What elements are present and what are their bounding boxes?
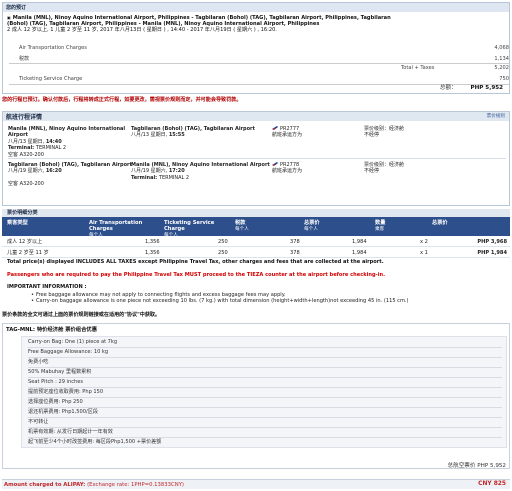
info-bullet: Carry-on baggage allowance is one piece … [31,298,409,304]
fare-row: Ticketing Service Charge 750 [19,76,509,82]
fare-amount: 5,202 [494,65,509,71]
benefit-item: 退还机票费用: Php1,500/区段 [28,409,98,415]
col-quantity: 数量 乘客 [375,220,386,232]
fare-row: Air Transportation Charges 4,068 [19,45,509,51]
fare-family-total: 总航空票价 PHP 5,952 [447,463,507,469]
total-value: PHP 5,952 [470,85,503,91]
fare-rules-notice: 票价条款的全文可通过上面的票价规则链接或在适用的"协议"中获取。 [2,312,161,318]
benefit-item: 提前预定座位收取费用: Php 150 [28,389,104,395]
airline-logo-icon [272,126,278,130]
fare-row: 税款 1,134 [19,56,509,62]
divider [8,158,506,159]
col-total: 总票价 [432,220,448,226]
arrival-time: 15:55 [168,132,185,139]
departure-date: 八月/19 星期六, [8,168,46,175]
benefit-item: 机票有效期: 从发行日期起计一年有效 [28,429,113,435]
alipay-amount: CNY 825 [478,481,506,487]
tieza-warning: Passengers who are required to pay the P… [7,272,386,278]
operated-by: 航班承运方为 [272,132,303,139]
fare-benefits-list: Carry-on Bag: One (1) piece at 7kg Free … [21,336,507,448]
exchange-rate: (Exchange rate: 1PHP=0.13833CNY) [87,482,184,488]
aircraft-type: 空客 A320-200 [8,181,44,188]
benefit-item: 起飞前至少4个小时改签费用: 每区段Php1,500 +票价差额 [28,439,162,445]
important-info-title: IMPORTANT INFORMATION : [7,284,87,290]
table-row: 成人 12 岁以上 1,356 250 378 1,984 x 2 PHP 3,… [2,236,510,247]
route-passengers-dates: 2 成人 12 岁以上, 1 儿童 2 岁至 11 岁, 2017 年八月13日… [7,27,277,34]
table-row: 儿童 2 岁至 11 岁 1,356 250 378 1,984 x 1 PHP… [2,247,510,258]
terminal-label: Terminal: [8,145,36,152]
booking-status-notice: 您的行程已预订。确认付款后，行程将转成正式行程，如要更改，需视票价规则而定，并可… [2,97,242,103]
fare-amount: 750 [499,76,509,82]
booking-summary: 您的预订 ▣ Manila (MNL), Ninoy Aquino Interna… [2,2,510,94]
itinerary-section: 航班行程详情 票价规则 Manila (MNL), Ninoy Aquino I… [2,111,510,206]
tax-note: Total price(s) displayed INCLUDES ALL TA… [7,259,384,265]
airline-logo-icon [272,162,278,166]
booking-confirmation-page: 您的预订 ▣ Manila (MNL), Ninoy Aquino Interna… [0,0,512,491]
itinerary-title: 航班行程详情 [6,114,43,121]
departure-city: Manila (MNL), Ninoy Aquino International… [8,126,126,139]
benefit-item: Free Baggage Allowance: 10 kg [28,349,109,355]
benefit-item: 免费小吃 [28,359,49,365]
fare-label: Ticketing Service Charge [19,76,83,82]
route-text-1: Manila (MNL), Ninoy Aquino International… [12,15,391,21]
terminal-value: TERMINAL 2 [35,145,67,152]
divider [9,84,509,85]
fare-label: Total + Taxes [401,65,435,71]
alipay-charge-bar: Amount charged to ALIPAY: (Exchange rate… [2,479,510,489]
collapse-icon[interactable]: ▣ [7,15,11,20]
fare-breakdown-table: 乘客类型 Air Transportation Charges 每个人 Ticke… [2,217,510,258]
fare-label: Air Transportation Charges [19,45,87,51]
stops-info: 不经停 [364,132,380,139]
divider [9,63,509,64]
terminal-value: TERMINAL 2 [158,174,190,181]
col-passenger-type: 乘客类型 [7,220,28,226]
operated-by: 航班承运方为 [272,168,303,175]
departure-date: 八月/13 星期日, [8,138,46,145]
benefit-item: 50% Mabuhay 里程数累积 [28,369,92,375]
col-subtotal: 总票价 每个人 [304,220,320,232]
route-summary: ▣ Manila (MNL), Ninoy Aquino Internationa… [7,15,507,34]
arrival-time: 17:20 [168,168,185,175]
fare-rules-link[interactable]: 票价规则 [487,114,505,120]
aircraft-type: 空客 A320-200 [8,151,44,158]
booking-header: 您的预订 [3,3,509,12]
itinerary-header: 航班行程详情 票价规则 [3,112,509,121]
arrival-date: 八月/19 星期六, [131,168,169,175]
benefit-item: 选择座位费用: Php 250 [28,399,83,405]
total-label: 总额： [439,85,457,91]
fare-amount: 1,134 [494,56,509,62]
terminal-label: Terminal: [131,174,159,181]
fare-family-box: TAG-MNL: 特价经济舱 票价组合优惠 Carry-on Bag: One … [2,323,510,469]
arrival-city: Tagbilaran (Bohol) (TAG), Tagbilaran Air… [131,126,255,132]
col-taxes: 税款 每个人 [235,220,249,232]
fare-label: 税款 [19,56,30,62]
table-header: 乘客类型 Air Transportation Charges 每个人 Ticke… [2,217,510,238]
departure-time: 16:20 [45,168,62,175]
arrival-date: 八月/13 星期日, [131,132,169,139]
benefit-item: Carry-on Bag: One (1) piece at 7kg [28,339,118,345]
stops-info: 不经停 [364,168,380,175]
fare-breakdown-header: 票价明细分类 [2,209,510,217]
fare-amount: 4,068 [494,45,509,51]
departure-time: 14:40 [45,138,62,145]
benefit-item: 不可转让 [28,419,49,425]
fare-family-title: TAG-MNL: 特价经济舱 票价组合优惠 [6,327,97,333]
benefit-item: Seat Pitch : 29 inches [28,379,84,385]
alipay-label: Amount charged to ALIPAY: [4,482,86,488]
total-row: 总额： PHP 5,952 [440,85,503,92]
